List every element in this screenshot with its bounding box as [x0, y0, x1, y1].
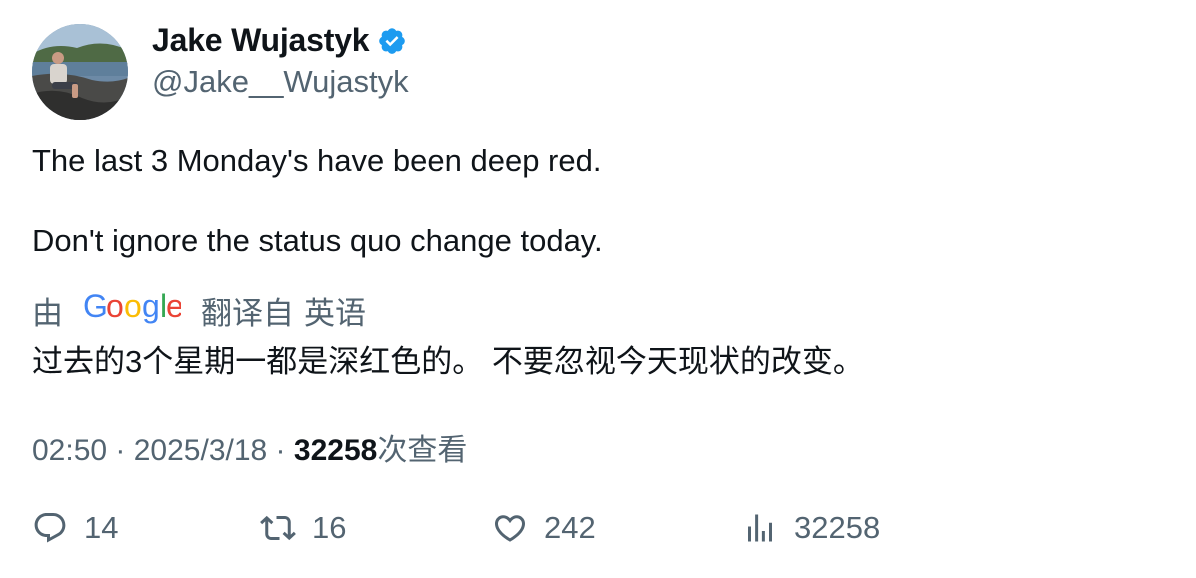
- reply-icon: [34, 513, 66, 543]
- translated-by-label: 由: [32, 296, 63, 331]
- avatar[interactable]: [32, 24, 128, 120]
- retweet-icon: [260, 515, 296, 541]
- views-action-count: 32258: [794, 510, 881, 545]
- author-handle[interactable]: @Jake__Wujastyk: [152, 64, 409, 100]
- author-display-name[interactable]: Jake Wujastyk: [152, 22, 370, 59]
- tweet-meta: 02:50 · 2025/3/18 · 32258次查看: [32, 425, 467, 469]
- analytics-icon: [748, 514, 772, 542]
- svg-text:o: o: [106, 289, 124, 324]
- like-button[interactable]: 242: [492, 510, 596, 546]
- retweet-count: 16: [312, 510, 347, 545]
- reply-button[interactable]: 14: [32, 510, 118, 546]
- meta-separator: ·: [107, 434, 134, 467]
- svg-text:o: o: [124, 289, 142, 324]
- tweet-text-line-2: Don't ignore the status quo change today…: [32, 223, 603, 258]
- verified-badge-icon[interactable]: [377, 26, 407, 56]
- svg-text:G: G: [83, 289, 108, 324]
- author-name-row: Jake Wujastyk: [152, 22, 407, 59]
- tweet-text-line-1: The last 3 Monday's have been deep red.: [32, 143, 602, 178]
- views-button[interactable]: 32258: [742, 510, 880, 546]
- views-label: 次查看: [377, 434, 468, 467]
- heart-icon: [494, 515, 526, 542]
- tweet-date[interactable]: 2025/3/18: [134, 434, 267, 467]
- translated-from-label: 翻译自: [201, 296, 294, 331]
- retweet-button[interactable]: 16: [260, 510, 346, 546]
- tweet-time[interactable]: 02:50: [32, 434, 107, 467]
- action-bar: 14 16 242 32258: [32, 510, 1172, 554]
- views-count: 32258: [293, 434, 378, 467]
- translated-text: 过去的3个星期一都是深红色的。 不要忽视今天现状的改变。: [32, 344, 864, 379]
- profile-photo-icon: [32, 24, 128, 120]
- meta-separator: ·: [267, 434, 294, 467]
- translation-attribution: 由 G o o g l e 翻译自 英语: [32, 288, 366, 333]
- svg-text:e: e: [166, 289, 181, 324]
- source-language[interactable]: 英语: [304, 288, 366, 333]
- like-count: 242: [544, 510, 596, 545]
- google-logo-icon: G o o g l e: [83, 288, 184, 333]
- svg-text:g: g: [142, 289, 160, 324]
- reply-count: 14: [84, 510, 119, 545]
